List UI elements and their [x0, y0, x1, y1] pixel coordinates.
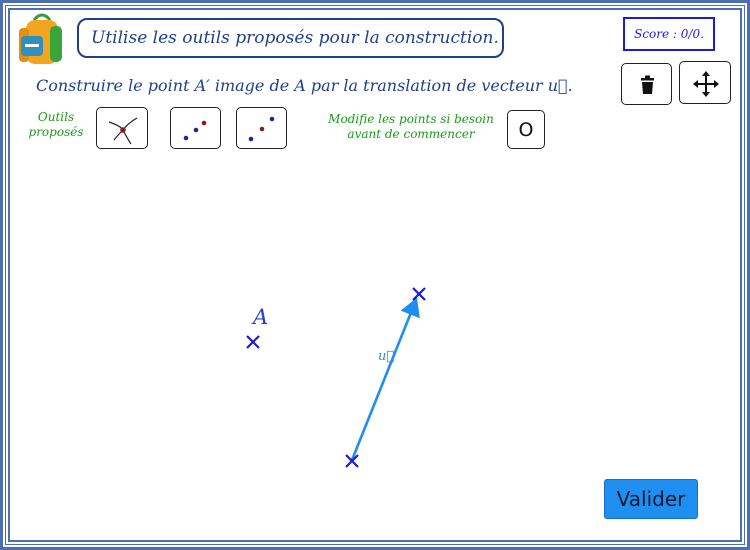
- submit-button-label: Valider: [616, 487, 686, 511]
- vector-u-label: u⃗: [378, 349, 394, 364]
- construction-canvas[interactable]: A u⃗: [0, 0, 750, 550]
- vector-end-point-marker[interactable]: [412, 287, 426, 301]
- point-a-label: A: [251, 305, 268, 329]
- submit-button[interactable]: Valider: [604, 479, 698, 519]
- vector-u[interactable]: [350, 297, 420, 461]
- point-a-marker[interactable]: [246, 335, 260, 349]
